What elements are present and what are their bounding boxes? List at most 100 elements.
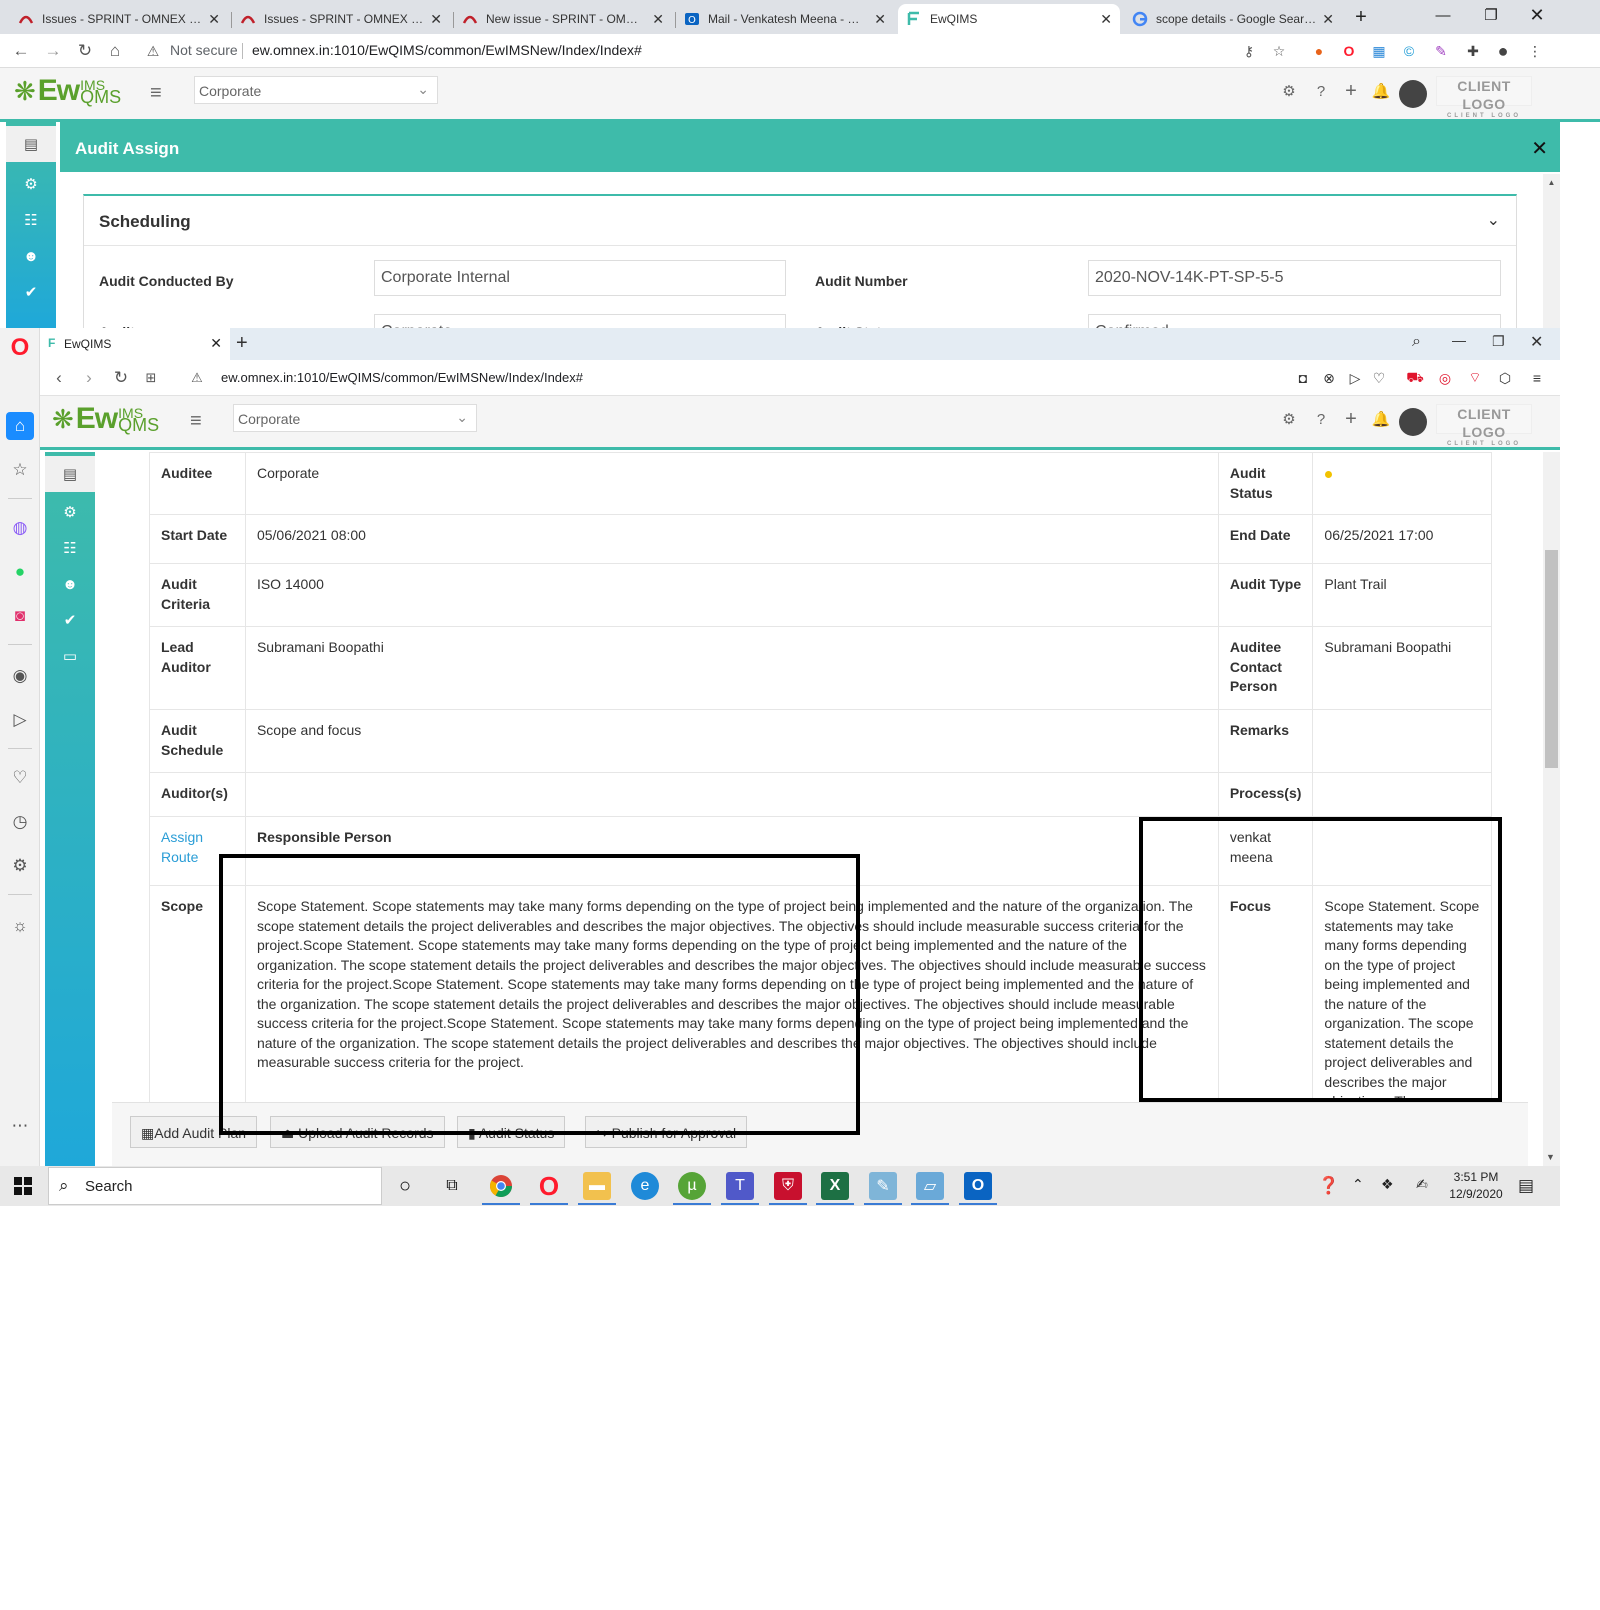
outlook-taskbar-icon[interactable]: O [964, 1172, 992, 1200]
notepad-icon[interactable]: ▱ [916, 1172, 944, 1200]
camera-icon[interactable]: ◘ [1294, 369, 1312, 387]
corporate-select[interactable]: Corporate ⌄ [233, 404, 477, 432]
window-close-button[interactable]: ✕ [1514, 0, 1560, 30]
opera-extension-icon[interactable]: O [1340, 42, 1358, 60]
tab-issues-2[interactable]: Issues - SPRINT - OMNEX ISSUE ✕ [232, 4, 450, 34]
nav-document-icon[interactable]: ▤ [6, 126, 56, 162]
close-icon[interactable]: ✕ [874, 11, 886, 28]
chevron-up-icon[interactable]: ⌃ [1352, 1176, 1364, 1193]
inner-url[interactable]: ew.omnex.in:1010/EwQIMS/common/EwIMSNew/… [221, 370, 583, 385]
restore-button[interactable]: ❐ [1468, 0, 1514, 30]
player-icon[interactable]: ◉ [6, 662, 34, 690]
heart-icon[interactable]: ♡ [6, 764, 34, 792]
extension-ring-icon[interactable]: ◎ [1436, 369, 1454, 387]
nav-user-check-icon[interactable]: ✔ [45, 602, 95, 638]
home-icon[interactable]: ⌂ [6, 412, 34, 440]
cart-extension-icon[interactable]: ⛟ [1406, 369, 1424, 387]
reload-icon[interactable]: ↻ [74, 40, 96, 62]
speed-dial-icon[interactable]: ☆ [6, 456, 34, 484]
minimize-button[interactable]: — [1452, 332, 1466, 348]
tab-issues-1[interactable]: Issues - SPRINT - OMNEX ISSUE ✕ [10, 4, 228, 34]
nav-settings-icon[interactable]: ⚙ [45, 494, 95, 530]
pen-tray-icon[interactable]: ✍ [1416, 1176, 1428, 1193]
chevron-down-icon[interactable]: ⌄ [1487, 210, 1500, 230]
send-icon[interactable]: ▷ [6, 706, 34, 734]
new-tab-button[interactable]: + [1344, 2, 1378, 32]
plus-icon[interactable]: + [1342, 80, 1360, 102]
outer-url[interactable]: ew.omnex.in:1010/EwQIMS/common/EwIMSNew/… [252, 42, 642, 58]
back-icon[interactable]: ‹ [48, 367, 70, 389]
tab-mail[interactable]: O Mail - Venkatesh Meena - Outlook ✕ [676, 4, 894, 34]
close-icon[interactable]: ✕ [652, 11, 664, 28]
plus-icon[interactable]: + [1342, 408, 1360, 430]
send-icon[interactable]: ▷ [1346, 369, 1364, 387]
task-view-icon[interactable]: ⧉ [438, 1172, 466, 1200]
profile-icon[interactable]: ● [1494, 41, 1512, 61]
outer-scrollbar[interactable]: ▲ [1543, 174, 1560, 328]
assign-route-link[interactable]: Assign Route [161, 829, 203, 865]
reload-icon[interactable]: ↻ [110, 367, 132, 389]
scrollbar-thumb[interactable] [1545, 550, 1558, 768]
wifi-extension-icon[interactable]: ⌔ [1466, 369, 1484, 387]
extension-fire-icon[interactable]: ● [1310, 42, 1328, 60]
windows-extension-icon[interactable]: ▦ [1370, 42, 1388, 60]
history-icon[interactable]: ◷ [6, 808, 34, 836]
settings-icon[interactable]: ⚙ [6, 852, 34, 880]
more-icon[interactable]: ⋯ [6, 1112, 34, 1140]
forward-icon[interactable]: › [78, 367, 100, 389]
gear-icon[interactable]: ⚙ [1280, 410, 1298, 428]
instagram-icon[interactable]: ◙ [6, 602, 34, 630]
chrome-taskbar-icon[interactable] [487, 1172, 515, 1200]
avatar[interactable] [1399, 80, 1427, 108]
scroll-down-icon[interactable]: ▼ [1546, 1152, 1555, 1162]
help-icon[interactable]: ? [1312, 82, 1330, 100]
restore-button[interactable]: ❐ [1492, 333, 1505, 350]
hamburger-icon[interactable]: ≡ [190, 410, 202, 433]
nav-group-icon[interactable]: ☷ [45, 530, 95, 566]
opera-taskbar-icon[interactable]: O [535, 1171, 563, 1201]
minimize-button[interactable]: — [1420, 0, 1466, 30]
pen-extension-icon[interactable]: ✎ [1432, 42, 1450, 60]
help-icon[interactable]: ? [1312, 410, 1330, 428]
close-icon[interactable]: ✕ [210, 335, 222, 352]
excel-icon[interactable]: X [821, 1172, 849, 1200]
puzzle-icon[interactable]: ✚ [1464, 42, 1482, 60]
bell-icon[interactable]: 🔔 [1372, 82, 1391, 100]
nav-presentation-icon[interactable]: ▭ [45, 638, 95, 674]
new-tab-button[interactable]: + [236, 332, 248, 355]
notifications-icon[interactable]: ▤ [1518, 1176, 1534, 1196]
close-icon[interactable]: ✕ [208, 11, 220, 28]
forward-icon[interactable]: → [42, 40, 64, 62]
ewqims-logo[interactable]: ❋ Ew IMS QMS [14, 74, 121, 108]
teams-icon[interactable]: T [726, 1172, 754, 1200]
taskbar-clock[interactable]: 3:51 PM 12/9/2020 [1448, 1169, 1504, 1203]
edge-icon[interactable]: e [631, 1172, 659, 1200]
search-icon[interactable]: ⌕ [1412, 333, 1421, 351]
opera-logo-icon[interactable]: O [6, 334, 34, 362]
nav-user-settings-icon[interactable]: ☻ [6, 238, 56, 274]
hamburger-icon[interactable]: ≡ [150, 82, 162, 105]
paint-icon[interactable]: ✎ [869, 1172, 897, 1200]
close-icon[interactable]: ✕ [1100, 11, 1112, 28]
grid-icon[interactable]: ⊞ [140, 367, 162, 389]
corporate-select[interactable]: Corporate ⌄ [194, 76, 438, 104]
lightbulb-icon[interactable]: ☼ [6, 912, 34, 940]
help-tray-icon[interactable]: ❓ [1318, 1176, 1339, 1196]
close-icon[interactable]: ✕ [1322, 11, 1334, 28]
audit-number-field[interactable]: 2020-NOV-14K-PT-SP-5-5 [1088, 260, 1501, 296]
menu-kebab-icon[interactable]: ⋮ [1526, 42, 1544, 60]
ewqims-logo[interactable]: ❋ Ew IMS QMS [52, 402, 159, 436]
gear-icon[interactable]: ⚙ [1280, 82, 1298, 100]
bell-icon[interactable]: 🔔 [1372, 410, 1391, 428]
tab-ewqims-inner[interactable]: F EwQIMS ✕ [40, 328, 230, 360]
extension-c-icon[interactable]: © [1400, 42, 1418, 60]
dropbox-icon[interactable]: ❖ [1381, 1176, 1394, 1193]
shield-app-icon[interactable]: ⛨ [774, 1172, 802, 1200]
file-explorer-icon[interactable]: ▬ [583, 1172, 611, 1200]
tab-google-search[interactable]: scope details - Google Search ✕ [1124, 4, 1342, 34]
whatsapp-icon[interactable]: ● [6, 558, 34, 586]
windows-start-icon[interactable] [14, 1177, 32, 1195]
key-icon[interactable]: ⚷ [1240, 42, 1258, 60]
taskbar-search-input[interactable]: ⌕ Search [48, 1167, 382, 1205]
tab-ewqims[interactable]: EwQIMS ✕ [898, 4, 1120, 34]
